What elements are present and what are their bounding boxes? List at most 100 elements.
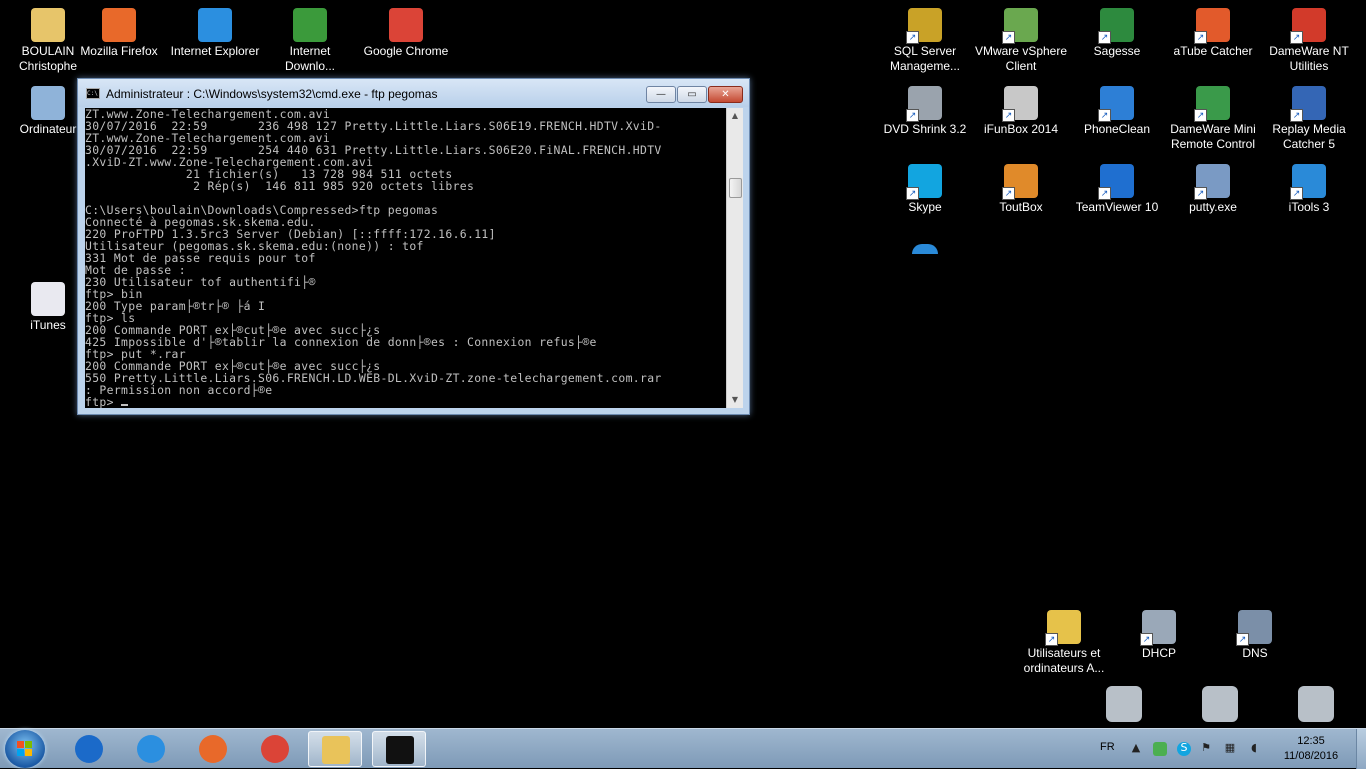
taskbar-item[interactable] [308, 731, 362, 767]
partial-admin-tool-icon[interactable] [1106, 686, 1142, 722]
ifunbox-icon: ↗ [1002, 86, 1038, 122]
shortcut-arrow-icon: ↗ [1098, 109, 1111, 122]
teamviewer-icon: ↗ [1098, 164, 1134, 200]
desktop-shortcut[interactable]: ↗ Utilisateurs et ordinateurs A... [1016, 610, 1112, 676]
taskbar-item[interactable] [372, 731, 426, 767]
desktop-shortcut[interactable]: ↗ Skype [877, 164, 973, 215]
cmd-window-title: Administrateur : C:\Windows\system32\cmd… [106, 87, 438, 101]
shortcut-arrow-icon: ↗ [1290, 31, 1303, 44]
tray-network-icon[interactable]: ▦ [1224, 742, 1236, 754]
toutbox-icon: ↗ [1002, 164, 1038, 200]
tray-volume-icon[interactable]: ◖ [1248, 742, 1260, 754]
skype-icon: ↗ [906, 164, 942, 200]
console-cursor [121, 404, 129, 406]
scroll-thumb[interactable] [729, 178, 742, 198]
tray-action-center-flag-icon[interactable]: ⚑ [1200, 742, 1212, 754]
desktop-shortcut-label: DVD Shrink 3.2 [883, 122, 967, 136]
desktop-shortcut-label: DameWare Mini Remote Control [1170, 122, 1256, 151]
desktop-shortcut-label: DHCP [1141, 646, 1176, 660]
desktop-shortcut-label: DameWare NT Utilities [1269, 44, 1349, 73]
console-text: ZT.www.Zone-Telechargement.com.avi 30/07… [85, 108, 726, 408]
desktop-shortcut-label: PhoneClean [1083, 122, 1151, 136]
start-button[interactable] [5, 730, 45, 768]
desktop-shortcut[interactable]: ↗ DameWare NT Utilities [1261, 8, 1357, 74]
tray-skype-icon[interactable]: S [1177, 742, 1191, 756]
taskbar: FR ▲ S ⚑ ▦ ◖ 12:35 11/08/2016 [0, 728, 1366, 769]
desktop-shortcut[interactable]: ↗ DHCP [1111, 610, 1207, 661]
desktop-shortcut[interactable]: ↗ iTools 3 [1261, 164, 1357, 215]
scroll-down-arrow-icon[interactable]: ▼ [727, 392, 743, 408]
show-desktop-button[interactable] [1356, 729, 1366, 769]
desktop-shortcut-label: iTools 3 [1288, 200, 1330, 214]
shortcut-arrow-icon: ↗ [1290, 109, 1303, 122]
partial-icon[interactable] [912, 244, 938, 254]
show-hidden-icons-chevron-icon[interactable]: ▲ [1130, 742, 1142, 754]
desktop-shortcut[interactable]: ↗ ToutBox [973, 164, 1069, 215]
desktop-shortcut[interactable]: ↗ iFunBox 2014 [973, 86, 1069, 137]
clock[interactable]: 12:35 11/08/2016 [1276, 734, 1346, 764]
desktop-shortcut[interactable]: Internet Explorer [167, 8, 263, 59]
desktop-shortcut[interactable]: ↗ DVD Shrink 3.2 [877, 86, 973, 137]
minimize-button[interactable]: — [646, 86, 676, 103]
desktop-shortcut-label: Skype [908, 200, 942, 214]
shortcut-arrow-icon: ↗ [1290, 187, 1303, 200]
folder-user-icon [31, 8, 65, 42]
language-indicator[interactable]: FR [1100, 741, 1115, 753]
shortcut-arrow-icon: ↗ [1236, 633, 1249, 646]
desktop-shortcut-label: VMware vSphere Client [974, 44, 1068, 73]
putty-icon: ↗ [1194, 164, 1230, 200]
internet-explorer-taskbar-icon [137, 735, 165, 763]
desktop-shortcut[interactable]: ↗ TeamViewer 10 [1069, 164, 1165, 215]
desktop-shortcut-label: SQL Server Manageme... [889, 44, 961, 73]
taskbar-item[interactable] [124, 731, 178, 767]
desktop-shortcut[interactable]: ↗ PhoneClean [1069, 86, 1165, 137]
console-scrollbar[interactable]: ▲ ▼ [726, 108, 743, 408]
shortcut-arrow-icon: ↗ [1002, 109, 1015, 122]
file-explorer-taskbar-icon [322, 736, 350, 764]
shortcut-arrow-icon: ↗ [1194, 31, 1207, 44]
desktop-shortcut-label: TeamViewer 10 [1075, 200, 1159, 214]
desktop-shortcut[interactable]: Google Chrome [358, 8, 454, 59]
cmd-titlebar[interactable]: C:\ Administrateur : C:\Windows\system32… [78, 79, 749, 107]
phoneclean-icon: ↗ [1098, 86, 1134, 122]
shortcut-arrow-icon: ↗ [1194, 187, 1207, 200]
shortcut-arrow-icon: ↗ [1002, 187, 1015, 200]
chrome-icon [389, 8, 423, 42]
desktop-shortcut[interactable]: ↗ putty.exe [1165, 164, 1261, 215]
utilisateurs-ordinateurs-icon: ↗ [1045, 610, 1081, 646]
desktop-shortcut[interactable]: Internet Downlo... [262, 8, 358, 74]
sagesse-icon: ↗ [1098, 8, 1134, 44]
dameware-mini-remote-icon: ↗ [1194, 86, 1230, 122]
desktop-shortcut[interactable]: ↗ Sagesse [1069, 8, 1165, 59]
desktop-shortcut[interactable]: Mozilla Firefox [71, 8, 167, 59]
desktop-shortcut-label: aTube Catcher [1173, 44, 1253, 58]
console-output[interactable]: ZT.www.Zone-Telechargement.com.avi 30/07… [85, 108, 726, 408]
desktop-shortcut-label: Utilisateurs et ordinateurs A... [1023, 646, 1105, 675]
cmd-window[interactable]: C:\ Administrateur : C:\Windows\system32… [77, 78, 750, 415]
shortcut-arrow-icon: ↗ [1098, 187, 1111, 200]
maximize-button[interactable]: ▭ [677, 86, 707, 103]
close-button[interactable]: ✕ [708, 86, 743, 103]
desktop-shortcut[interactable]: ↗ DameWare Mini Remote Control [1165, 86, 1261, 152]
scroll-up-arrow-icon[interactable]: ▲ [727, 108, 743, 124]
partial-admin-tool-icon[interactable] [1202, 686, 1238, 722]
windows-logo-icon [17, 741, 33, 757]
internet-explorer-icon [198, 8, 232, 42]
desktop-shortcut-label: Internet Explorer [170, 44, 260, 58]
taskbar-item[interactable] [248, 731, 302, 767]
tray-security-icon[interactable] [1153, 742, 1167, 756]
desktop-shortcut[interactable]: ↗ SQL Server Manageme... [877, 8, 973, 74]
console-line: 2 Rép(s) 146 811 985 920 octets libres [85, 179, 475, 193]
desktop-shortcut[interactable]: ↗ aTube Catcher [1165, 8, 1261, 59]
dns-icon: ↗ [1236, 610, 1272, 646]
vmware-vsphere-icon: ↗ [1002, 8, 1038, 44]
taskbar-item[interactable] [186, 731, 240, 767]
desktop-shortcut[interactable]: ↗ Replay Media Catcher 5 [1261, 86, 1357, 152]
chrome-taskbar-icon [261, 735, 289, 763]
desktop-shortcut[interactable]: ↗ DNS [1207, 610, 1303, 661]
shortcut-arrow-icon: ↗ [906, 187, 919, 200]
desktop-shortcut[interactable]: ↗ VMware vSphere Client [973, 8, 1069, 74]
desktop-shortcut-label: Sagesse [1093, 44, 1141, 58]
partial-admin-tool-icon[interactable] [1298, 686, 1334, 722]
taskbar-item[interactable] [62, 731, 116, 767]
